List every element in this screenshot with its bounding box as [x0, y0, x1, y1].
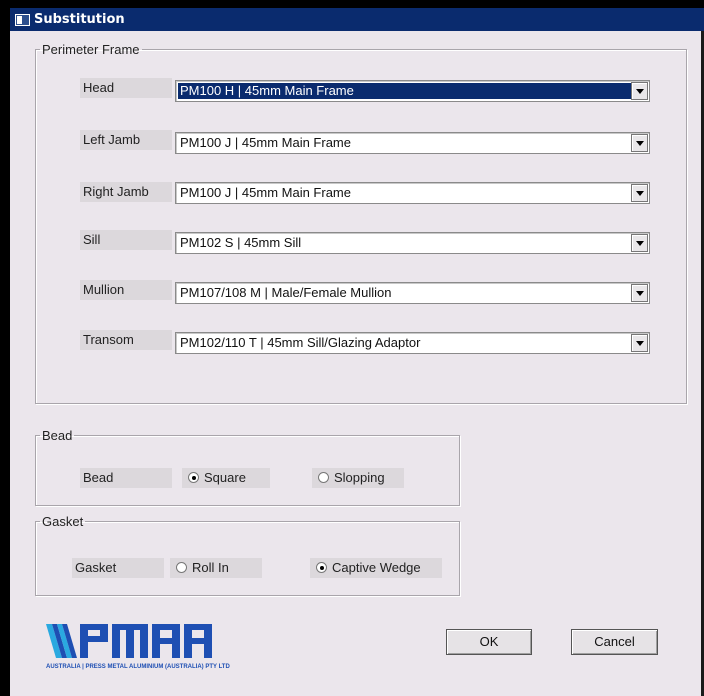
cancel-button[interactable]: Cancel	[571, 629, 658, 655]
transom-select-value: PM102/110 T | 45mm Sill/Glazing Adaptor	[180, 335, 421, 350]
transom-select[interactable]: PM102/110 T | 45mm Sill/Glazing Adaptor	[175, 332, 650, 354]
gasket-group: Gasket	[35, 514, 460, 596]
head-select[interactable]: PM100 H | 45mm Main Frame	[175, 80, 650, 102]
sill-select-value: PM102 S | 45mm Sill	[180, 235, 302, 250]
gasket-captive-wedge-label: Captive Wedge	[332, 560, 421, 575]
left-jamb-select-value: PM100 J | 45mm Main Frame	[180, 135, 351, 150]
radio-selected-icon	[188, 472, 199, 483]
right-jamb-label: Right Jamb	[80, 182, 172, 202]
mullion-select[interactable]: PM107/108 M | Male/Female Mullion	[175, 282, 650, 304]
bead-legend: Bead	[42, 428, 73, 443]
radio-unselected-icon	[176, 562, 187, 573]
bead-square-label: Square	[204, 470, 246, 485]
gasket-label: Gasket	[72, 558, 164, 578]
chevron-down-icon[interactable]	[631, 284, 648, 302]
radio-selected-icon	[316, 562, 327, 573]
gasket-roll-in-radio[interactable]: Roll In	[170, 558, 262, 578]
pmaa-logo-graphic: AUSTRALIA | PRESS METAL ALUMINIUM (AUSTR…	[46, 624, 230, 670]
gasket-roll-in-label: Roll In	[192, 560, 229, 575]
chevron-down-icon[interactable]	[631, 134, 648, 152]
stripes-logo-icon	[46, 624, 77, 658]
sill-label: Sill	[80, 230, 172, 250]
gasket-legend: Gasket	[42, 514, 84, 529]
sill-select[interactable]: PM102 S | 45mm Sill	[175, 232, 650, 254]
chevron-down-icon[interactable]	[631, 184, 648, 202]
left-jamb-select[interactable]: PM100 J | 45mm Main Frame	[175, 132, 650, 154]
head-select-value: PM100 H | 45mm Main Frame	[178, 83, 631, 99]
substitution-dialog: Substitution Perimeter Frame Head Left J…	[10, 8, 704, 696]
radio-unselected-icon	[318, 472, 329, 483]
transom-label: Transom	[80, 330, 172, 350]
perimeter-frame-legend: Perimeter Frame	[42, 42, 140, 57]
gasket-captive-wedge-radio[interactable]: Captive Wedge	[310, 558, 442, 578]
chevron-down-icon[interactable]	[631, 334, 648, 352]
left-jamb-label: Left Jamb	[80, 130, 172, 150]
pmaa-logo: AUSTRALIA | PRESS METAL ALUMINIUM (AUSTR…	[46, 620, 256, 670]
head-label: Head	[80, 78, 172, 98]
window-title: Substitution	[34, 12, 125, 27]
mullion-label: Mullion	[80, 280, 172, 300]
chevron-down-icon[interactable]	[631, 234, 648, 252]
bead-slopping-label: Slopping	[334, 470, 385, 485]
bead-label: Bead	[80, 468, 172, 488]
bead-slopping-radio[interactable]: Slopping	[312, 468, 404, 488]
app-window-icon	[15, 13, 30, 26]
right-jamb-select-value: PM100 J | 45mm Main Frame	[180, 185, 351, 200]
bead-group: Bead	[35, 428, 460, 506]
title-bar[interactable]: Substitution	[10, 8, 704, 31]
logo-tagline: AUSTRALIA | PRESS METAL ALUMINIUM (AUSTR…	[46, 664, 230, 670]
chevron-down-icon[interactable]	[631, 82, 648, 100]
right-jamb-select[interactable]: PM100 J | 45mm Main Frame	[175, 182, 650, 204]
mullion-select-value: PM107/108 M | Male/Female Mullion	[180, 285, 392, 300]
bead-square-radio[interactable]: Square	[182, 468, 270, 488]
ok-button[interactable]: OK	[446, 629, 532, 655]
